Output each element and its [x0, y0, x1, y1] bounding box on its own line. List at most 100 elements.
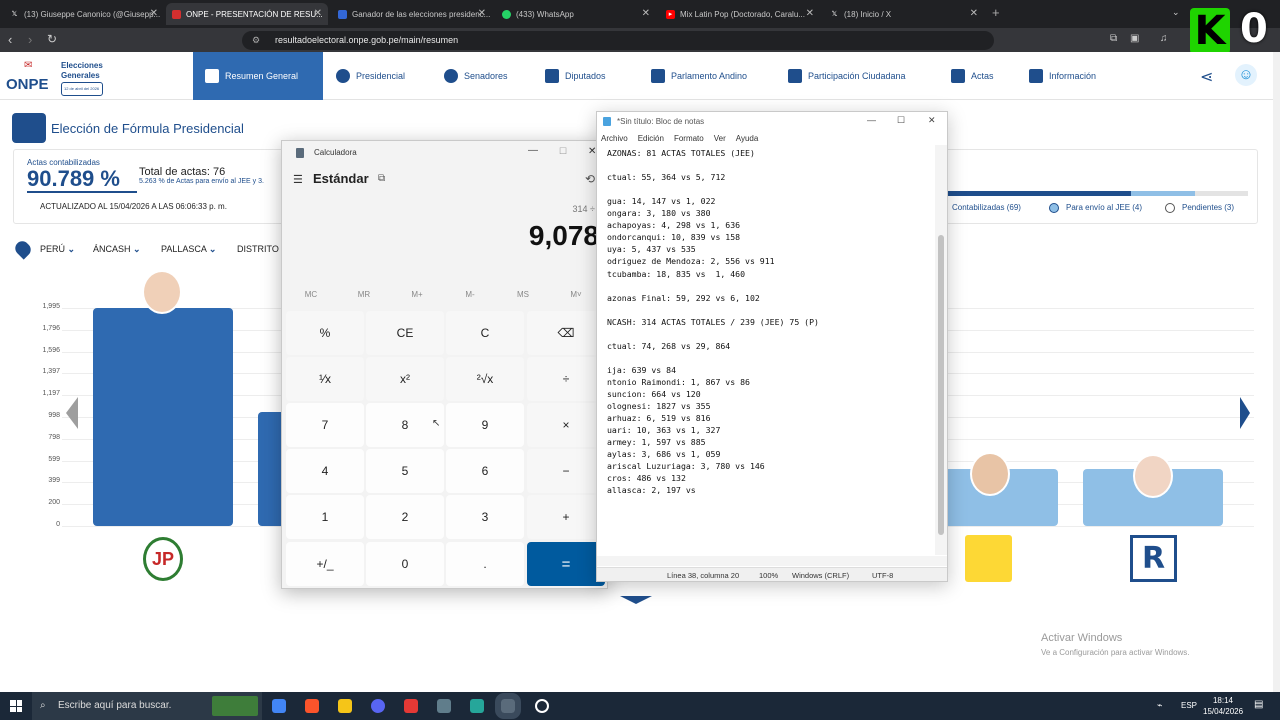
maximize-icon[interactable]: ☐ — [897, 115, 905, 126]
close-tab-icon[interactable]: ✕ — [150, 8, 158, 19]
notepad-window[interactable]: *Sin título: Bloc de notas — ☐ ✕ Archivo… — [596, 111, 948, 582]
hamburger-menu-icon[interactable]: ☰ — [293, 173, 303, 186]
chart-next-arrow[interactable] — [1240, 397, 1250, 429]
digit-3-button[interactable]: 3 — [446, 495, 524, 539]
square-root-button[interactable]: ²√x — [446, 357, 524, 401]
filter-country[interactable]: PERÚ ⌄ — [40, 244, 75, 255]
windows-start-icon[interactable] — [10, 700, 22, 712]
browser-tab[interactable]: 𝕏 (18) Inicio / X ✕ — [824, 3, 984, 25]
copilot-icon[interactable] — [272, 699, 286, 713]
notepad-vertical-scrollbar[interactable] — [935, 145, 947, 555]
digit-6-button[interactable]: 6 — [446, 449, 524, 493]
extensions-icon[interactable]: ⧉ — [1110, 33, 1117, 44]
chart-bar[interactable] — [93, 308, 233, 526]
app-icon[interactable] — [404, 699, 418, 713]
equals-button[interactable]: = — [527, 542, 605, 586]
scrollbar-thumb[interactable] — [938, 235, 944, 535]
menu-formato[interactable]: Formato — [674, 134, 704, 143]
notifications-icon[interactable]: ▤ — [1254, 699, 1263, 710]
clock[interactable]: 18:14 15/04/2026 — [1203, 695, 1243, 717]
digit-0-button[interactable]: 0 — [366, 542, 444, 586]
new-tab-icon[interactable]: + — [992, 5, 1000, 20]
filter-region[interactable]: ÁNCASH ⌄ — [93, 244, 141, 255]
browser-tab-active[interactable]: ONPE - PRESENTACIÓN DE RESU... ✕ — [166, 3, 328, 25]
app-icon[interactable] — [437, 699, 451, 713]
digit-9-button[interactable]: 9 — [446, 403, 524, 447]
percent-button[interactable]: % — [286, 311, 364, 355]
forward-icon[interactable]: › — [28, 32, 32, 47]
browser-tab[interactable]: (433) WhatsApp ✕ — [496, 3, 656, 25]
reciprocal-button[interactable]: ¹⁄x — [286, 357, 364, 401]
music-icon[interactable]: ♫ — [1160, 33, 1168, 44]
add-button[interactable]: + — [527, 495, 605, 539]
multiply-button[interactable]: × — [527, 403, 605, 447]
language-indicator[interactable]: ESP — [1181, 701, 1197, 710]
menu-archivo[interactable]: Archivo — [601, 134, 628, 143]
history-icon[interactable]: ⟲ — [585, 172, 595, 186]
accessibility-icon[interactable]: ☺ — [1235, 64, 1257, 86]
back-icon[interactable]: ‹ — [8, 32, 12, 47]
memory-store-button[interactable]: MS — [498, 290, 548, 299]
filter-district[interactable]: DISTRITO — [237, 244, 279, 254]
clear-button[interactable]: C — [446, 311, 524, 355]
memory-subtract-button[interactable]: M- — [445, 290, 495, 299]
onpe-logo[interactable]: ✉ ONPE — [6, 60, 58, 94]
tab-search-icon[interactable]: ⌄ — [1172, 7, 1180, 18]
menu-edicion[interactable]: Edición — [638, 134, 664, 143]
site-info-icon[interactable]: ⚙ — [252, 31, 260, 50]
menu-ayuda[interactable]: Ayuda — [736, 134, 759, 143]
nav-actas[interactable]: Actas — [951, 52, 994, 100]
chart-prev-arrow[interactable] — [66, 397, 78, 429]
digit-1-button[interactable]: 1 — [286, 495, 364, 539]
browser-tab[interactable]: 𝕏 (13) Giuseppe Canonico (@Giusepp... ✕ — [4, 3, 164, 25]
notepad-text-area[interactable]: AZONAS: 81 ACTAS TOTALES (JEE) ctual: 55,… — [597, 145, 935, 555]
nav-parlamento-andino[interactable]: Parlamento Andino — [651, 52, 747, 100]
memory-add-button[interactable]: M+ — [392, 290, 442, 299]
negate-button[interactable]: +/_ — [286, 542, 364, 586]
digit-2-button[interactable]: 2 — [366, 495, 444, 539]
discord-icon[interactable] — [371, 699, 385, 713]
close-icon[interactable]: ✕ — [928, 115, 936, 126]
reload-icon[interactable]: ↻ — [47, 32, 57, 46]
page-scrollbar[interactable] — [1273, 52, 1280, 692]
brave-browser-icon[interactable] — [305, 699, 319, 713]
menu-ver[interactable]: Ver — [714, 134, 726, 143]
clear-entry-button[interactable]: CE — [366, 311, 444, 355]
close-tab-icon[interactable]: ✕ — [970, 8, 978, 19]
file-explorer-icon[interactable] — [338, 699, 352, 713]
nav-resumen-general[interactable]: Resumen General — [193, 52, 323, 100]
backspace-button[interactable]: ⌫ — [527, 311, 605, 355]
close-tab-icon[interactable]: ✕ — [642, 8, 650, 19]
memory-list-button[interactable]: M˅ — [551, 290, 601, 299]
minimize-icon[interactable]: — — [867, 115, 876, 125]
memory-recall-button[interactable]: MR — [339, 290, 389, 299]
filter-province[interactable]: PALLASCA ⌄ — [161, 244, 216, 255]
address-bar[interactable]: ⚙ resultadoelectoral.onpe.gob.pe/main/re… — [242, 31, 994, 50]
close-tab-icon[interactable]: ✕ — [478, 8, 486, 19]
browser-tab[interactable]: Ganador de las elecciones presidenc... ✕ — [332, 3, 492, 25]
calculator-window[interactable]: Calculadora — ☐ ✕ ☰ Estándar ⧉ ⟲ 314 ÷ 9… — [281, 140, 608, 589]
notepad-taskbar-icon[interactable] — [470, 699, 484, 713]
close-tab-icon[interactable]: ✕ — [806, 8, 814, 19]
digit-5-button[interactable]: 5 — [366, 449, 444, 493]
keep-on-top-icon[interactable]: ⧉ — [378, 173, 385, 184]
maximize-icon[interactable]: ☐ — [559, 146, 567, 157]
app-icon[interactable] — [535, 699, 549, 713]
close-tab-icon[interactable]: ✕ — [314, 8, 322, 19]
sidebar-icon[interactable]: ▣ — [1130, 33, 1139, 44]
network-icon[interactable]: ⌁ — [1157, 700, 1162, 711]
digit-4-button[interactable]: 4 — [286, 449, 364, 493]
share-icon[interactable]: ⋖ — [1200, 67, 1213, 87]
decimal-button[interactable]: . — [446, 542, 524, 586]
divide-button[interactable]: ÷ — [527, 357, 605, 401]
scroll-down-icon[interactable] — [620, 596, 652, 604]
nav-diputados[interactable]: Diputados — [545, 52, 606, 100]
digit-7-button[interactable]: 7 — [286, 403, 364, 447]
notepad-horizontal-scrollbar[interactable] — [597, 556, 947, 566]
minimize-icon[interactable]: — — [528, 145, 538, 156]
nav-senadores[interactable]: Senadores — [444, 52, 508, 100]
nav-presidencial[interactable]: Presidencial — [336, 52, 405, 100]
nav-participacion-ciudadana[interactable]: Participación Ciudadana — [788, 52, 906, 100]
calculator-taskbar-icon[interactable] — [495, 693, 521, 719]
square-button[interactable]: x² — [366, 357, 444, 401]
